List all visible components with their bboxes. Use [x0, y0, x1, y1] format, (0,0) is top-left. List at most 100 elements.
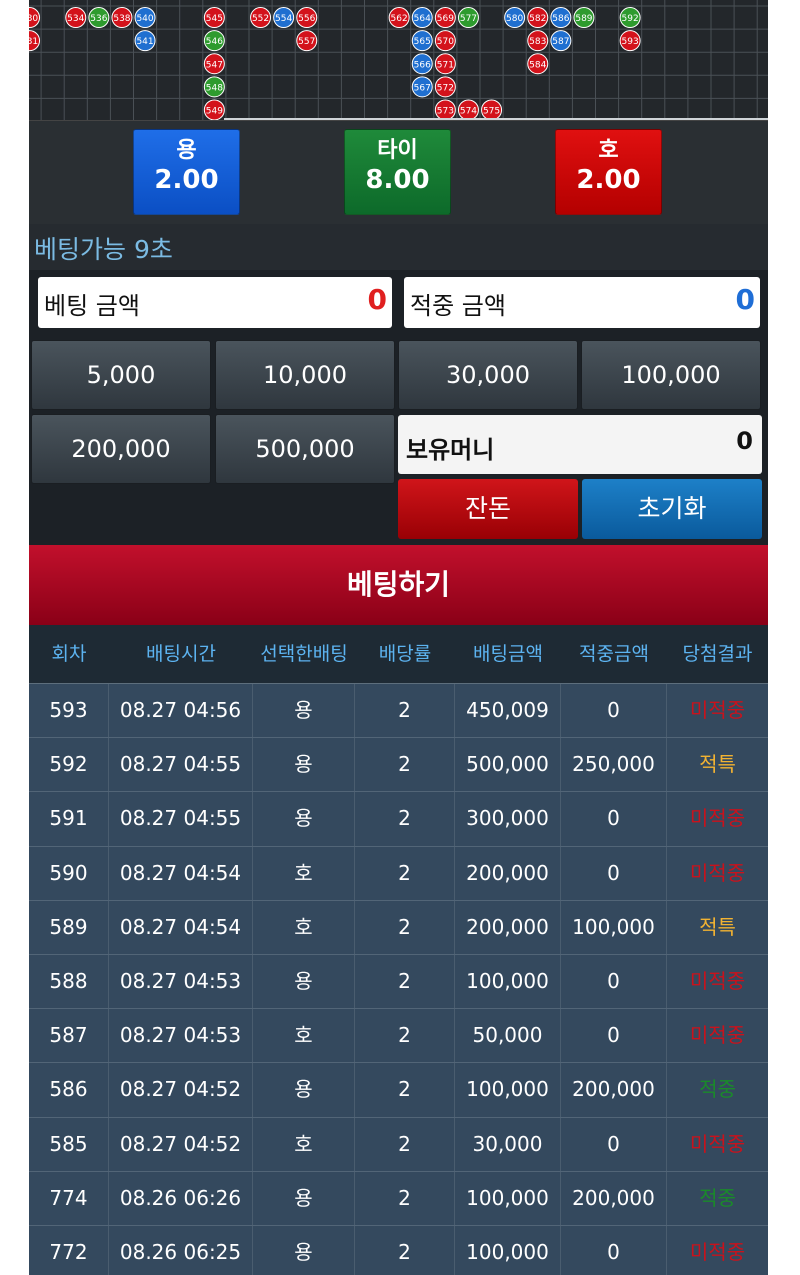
road-bead-tiger: 534 — [65, 7, 87, 29]
round-cell: 774 — [29, 1171, 109, 1225]
round-cell: 589 — [29, 900, 109, 954]
odds-cell: 2 — [355, 792, 455, 846]
bet-history-table: 회차 배팅시간 선택한배팅 배당률 배팅금액 적중금액 당첨결과 593 08.2… — [29, 625, 768, 1275]
win-amount-value: 0 — [735, 283, 755, 316]
result-cell: 미적중 — [689, 968, 746, 993]
round-cell: 593 — [29, 684, 109, 738]
pick-cell: 용 — [253, 1225, 355, 1275]
chip-10000-button[interactable]: 10,000 — [215, 340, 395, 410]
road-bead-number: 552 — [252, 14, 269, 24]
time-cell: 08.27 04:53 — [109, 1009, 253, 1063]
odds-bar: 용 2.00 타이 8.00 호 2.00 — [29, 120, 768, 224]
time-cell: 08.27 04:52 — [109, 1063, 253, 1117]
table-row: 593 08.27 04:56 용 2 450,009 0 미적중 — [29, 684, 768, 739]
odds-cell: 2 — [355, 1171, 455, 1225]
road-bead-tie: 536 — [88, 7, 110, 29]
road-bead-number: 541 — [136, 37, 153, 47]
tie-bet-button[interactable]: 타이 8.00 — [344, 129, 451, 215]
road-bead-number: 574 — [460, 106, 477, 116]
tiger-bet-button[interactable]: 호 2.00 — [555, 129, 662, 215]
bet-amount-cell: 200,000 — [455, 846, 561, 900]
road-bead-tiger: 562 — [388, 7, 410, 29]
table-row: 591 08.27 04:55 용 2 300,000 0 미적중 — [29, 792, 768, 847]
game-app: 530 531 534 536 538 540 541 545 546 547 548 549 552 5… — [29, 0, 768, 1275]
bet-amount-cell: 450,009 — [455, 684, 561, 738]
column-pick: 선택한배팅 — [260, 643, 348, 665]
round-cell: 587 — [29, 1009, 109, 1063]
road-bead-number: 540 — [136, 14, 153, 24]
road-bead-tiger: 552 — [250, 7, 272, 29]
result-cell: 미적중 — [689, 860, 746, 885]
result-cell: 적중 — [699, 1077, 736, 1102]
dragon-label: 용 — [176, 138, 197, 163]
road-bead-number: 570 — [437, 37, 454, 47]
road-bead-tiger: 572 — [434, 76, 456, 98]
table-row: 772 08.26 06:25 용 2 100,000 0 미적중 — [29, 1225, 768, 1275]
road-bead-tiger: 573 — [434, 99, 456, 120]
road-bead-tie: 577 — [457, 7, 479, 29]
balance-label: 보유머니 — [406, 436, 495, 464]
road-bead-tiger: 545 — [203, 7, 225, 29]
road-bead-tie: 546 — [203, 30, 225, 52]
round-cell: 772 — [29, 1225, 109, 1275]
result-cell: 적특 — [699, 752, 736, 777]
odds-cell: 2 — [355, 1063, 455, 1117]
odds-cell: 2 — [355, 846, 455, 900]
win-amount-cell: 0 — [561, 1117, 667, 1171]
bet-amount-label: 베팅 금액 — [44, 292, 140, 320]
betting-timer-row: 베팅가능 9초 — [29, 224, 768, 270]
chip-30000-button[interactable]: 30,000 — [398, 340, 578, 410]
bet-amount-cell: 100,000 — [455, 1171, 561, 1225]
table-row: 585 08.27 04:52 호 2 30,000 0 미적중 — [29, 1117, 768, 1172]
road-bead-tie: 589 — [573, 7, 595, 29]
road-bead-number: 587 — [552, 37, 569, 47]
road-bead-tiger: 575 — [481, 99, 503, 120]
road-bead-tiger: 570 — [434, 30, 456, 52]
bet-amount-cell: 300,000 — [455, 792, 561, 846]
time-cell: 08.27 04:56 — [109, 684, 253, 738]
road-bead-dragon: 541 — [134, 30, 156, 52]
road-bead-number: 566 — [414, 60, 431, 70]
road-bead-tiger: 582 — [527, 7, 549, 29]
table-row: 586 08.27 04:52 용 2 100,000 200,000 적중 — [29, 1063, 768, 1118]
road-bead-tiger: 571 — [434, 53, 456, 75]
road-bead-dragon: 540 — [134, 7, 156, 29]
win-amount-box: 적중 금액 0 — [404, 277, 760, 328]
road-bead-number: 586 — [552, 14, 569, 24]
road-bead-number: 531 — [29, 37, 38, 47]
road-bead-number: 583 — [529, 37, 546, 47]
road-bead-number: 573 — [437, 106, 454, 116]
chip-100000-button[interactable]: 100,000 — [581, 340, 761, 410]
road-bead-number: 592 — [622, 14, 639, 24]
dragon-odds: 2.00 — [154, 165, 219, 195]
road-bead-dragon: 586 — [550, 7, 572, 29]
time-cell: 08.26 06:25 — [109, 1225, 253, 1275]
round-cell: 592 — [29, 738, 109, 792]
chip-5000-button[interactable]: 5,000 — [31, 340, 211, 410]
dragon-bet-button[interactable]: 용 2.00 — [133, 129, 240, 215]
chip-200000-button[interactable]: 200,000 — [31, 414, 211, 484]
road-bead-number: 556 — [298, 14, 315, 24]
table-header: 회차 배팅시간 선택한배팅 배당률 배팅금액 적중금액 당첨결과 — [29, 625, 768, 684]
time-cell: 08.27 04:54 — [109, 846, 253, 900]
road-bead-number: 584 — [529, 60, 546, 70]
tie-label: 타이 — [377, 138, 418, 163]
reset-button[interactable]: 초기화 — [582, 479, 762, 539]
balance-box: 보유머니 0 — [398, 415, 762, 474]
column-win-amount: 적중금액 — [579, 643, 649, 665]
place-bet-button[interactable]: 베팅하기 — [29, 545, 768, 625]
odds-cell: 2 — [355, 954, 455, 1009]
chip-500000-button[interactable]: 500,000 — [215, 414, 395, 484]
column-bet-time: 배팅시간 — [146, 643, 216, 665]
win-amount-cell: 250,000 — [561, 738, 667, 792]
result-cell: 미적중 — [689, 1239, 746, 1264]
round-cell: 591 — [29, 792, 109, 846]
win-amount-cell: 0 — [561, 1225, 667, 1275]
road-bead-tiger: 583 — [527, 30, 549, 52]
table-row: 587 08.27 04:53 호 2 50,000 0 미적중 — [29, 1009, 768, 1064]
change-button[interactable]: 잔돈 — [398, 479, 578, 539]
round-cell: 588 — [29, 954, 109, 1009]
balance-value: 0 — [736, 427, 753, 455]
tiger-label: 호 — [598, 138, 619, 163]
table-body: 593 08.27 04:56 용 2 450,009 0 미적중 592 08.27 04:5… — [29, 684, 768, 1275]
